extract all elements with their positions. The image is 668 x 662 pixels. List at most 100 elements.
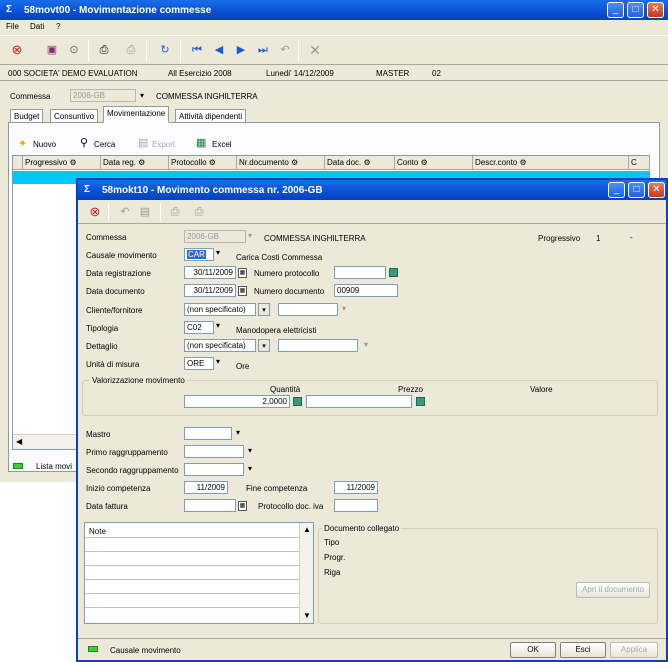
prev-record-icon[interactable]: ◀ bbox=[212, 43, 226, 57]
fine-field[interactable]: 11/2009 bbox=[334, 481, 378, 494]
num-doc-label: Numero documento bbox=[254, 287, 325, 296]
apri-documento-button[interactable]: Apri il documento bbox=[576, 582, 650, 598]
calendar-icon[interactable]: ▦ bbox=[238, 501, 247, 511]
next-record-icon[interactable]: ▶ bbox=[234, 43, 248, 57]
minimize-button[interactable]: _ bbox=[608, 182, 625, 198]
delete-icon[interactable]: ✕ bbox=[308, 43, 322, 57]
prezzo-field[interactable] bbox=[306, 395, 412, 408]
undo-icon[interactable]: ↶ bbox=[278, 43, 292, 57]
column-descr-conto[interactable]: Descr.conto ⚙ bbox=[473, 156, 629, 170]
dropdown-arrow-icon[interactable]: ▾ bbox=[140, 91, 144, 100]
prot-iva-field[interactable] bbox=[334, 499, 378, 512]
dropdown-arrow-icon[interactable]: ▾ bbox=[364, 340, 368, 349]
tab-attivita-dipendenti[interactable]: Attività dipendenti bbox=[175, 109, 247, 123]
front-window-titlebar[interactable]: Σ 58mokt10 - Movimento commessa nr. 2006… bbox=[78, 180, 666, 200]
calendar-icon[interactable]: ▦ bbox=[238, 268, 247, 278]
excel-icon[interactable]: ▦ bbox=[196, 136, 206, 149]
num-doc-field[interactable]: 00909 bbox=[334, 284, 398, 297]
dropdown-arrow-icon[interactable]: ▾ bbox=[248, 446, 252, 455]
stop-icon[interactable]: ⊗ bbox=[88, 205, 102, 219]
cliente-select[interactable]: (non specificato) bbox=[184, 303, 256, 316]
column-data-reg[interactable]: Data reg. ⚙ bbox=[101, 156, 169, 170]
maximize-button[interactable]: □ bbox=[628, 182, 645, 198]
primo-field[interactable] bbox=[184, 445, 244, 458]
dropdown-arrow-icon[interactable]: ▾ bbox=[216, 321, 220, 330]
back-window-titlebar[interactable]: Σ 58movt00 - Movimentazione commesse bbox=[0, 0, 668, 20]
close-button[interactable]: ✕ bbox=[647, 2, 664, 18]
maximize-button[interactable]: □ bbox=[627, 2, 644, 18]
dropdown-arrow-icon[interactable]: ▾ bbox=[216, 248, 220, 257]
undo-icon[interactable]: ↶ bbox=[118, 205, 132, 219]
note-memo[interactable]: Note ▲ ▼ bbox=[84, 522, 314, 624]
causale-field[interactable]: CAR bbox=[184, 248, 214, 261]
calculator-icon[interactable] bbox=[416, 397, 425, 406]
cerca-button[interactable]: Cerca bbox=[94, 140, 115, 149]
export-icon[interactable]: ▤ bbox=[138, 136, 148, 149]
excel-button[interactable]: Excel bbox=[212, 140, 232, 149]
calculator-icon[interactable] bbox=[293, 397, 302, 406]
print-icon[interactable]: ⎙ bbox=[168, 205, 182, 219]
column-progressivo[interactable]: Progressivo ⚙ bbox=[23, 156, 101, 170]
unita-field[interactable]: ORE bbox=[184, 357, 214, 370]
minimize-button[interactable]: _ bbox=[607, 2, 624, 18]
dettaglio-select[interactable]: (non specificata) bbox=[184, 339, 256, 352]
scroll-up-icon[interactable]: ▲ bbox=[303, 525, 311, 534]
export-button[interactable]: Export bbox=[152, 140, 175, 149]
secondo-field[interactable] bbox=[184, 463, 244, 476]
column-c[interactable]: C bbox=[629, 156, 650, 170]
search-icon[interactable]: ⚲ bbox=[80, 136, 88, 149]
print-preview-icon[interactable]: ⎙ bbox=[192, 205, 206, 219]
column-conto[interactable]: Conto ⚙ bbox=[395, 156, 473, 170]
commessa-description: COMMESSA INGHILTERRA bbox=[156, 92, 258, 101]
refresh-icon[interactable]: ↻ bbox=[158, 43, 172, 57]
data-doc-field[interactable]: 30/11/2009 bbox=[184, 284, 236, 297]
document-icon[interactable]: ▤ bbox=[138, 205, 152, 219]
nuovo-button[interactable]: Nuovo bbox=[33, 140, 56, 149]
print-icon[interactable]: ⎙ bbox=[97, 43, 111, 57]
calendar-icon[interactable]: ▦ bbox=[238, 286, 247, 296]
num-prot-field[interactable] bbox=[334, 266, 386, 279]
mastro-field[interactable] bbox=[184, 427, 232, 440]
scroll-left-icon[interactable]: ◀ bbox=[16, 437, 22, 446]
calculator-icon[interactable] bbox=[389, 268, 398, 277]
column-protocollo[interactable]: Protocollo ⚙ bbox=[169, 156, 237, 170]
dropdown-arrow-icon[interactable]: ▾ bbox=[236, 428, 240, 437]
data-fatt-label: Data fattura bbox=[86, 502, 128, 511]
column-nr-documento[interactable]: Nr.documento ⚙ bbox=[237, 156, 325, 170]
close-button[interactable]: ✕ bbox=[648, 182, 665, 198]
last-record-icon[interactable]: ⏭ bbox=[256, 43, 270, 57]
dropdown-arrow-icon[interactable]: ▾ bbox=[248, 231, 252, 240]
tipologia-field[interactable]: C02 bbox=[184, 321, 214, 334]
dropdown-arrow-icon[interactable]: ▾ bbox=[342, 304, 346, 313]
menu-dati[interactable]: Dati bbox=[30, 22, 44, 31]
inizio-field[interactable]: 11/2009 bbox=[184, 481, 228, 494]
dettaglio-desc-field[interactable] bbox=[278, 339, 358, 352]
applica-button[interactable]: Applica bbox=[610, 642, 658, 658]
new-icon[interactable]: ✦ bbox=[18, 137, 27, 150]
esci-button[interactable]: Esci bbox=[560, 642, 606, 658]
menu-help[interactable]: ? bbox=[56, 22, 60, 31]
column-data-doc[interactable]: Data doc. ⚙ bbox=[325, 156, 395, 170]
quantita-field[interactable]: 2,0000 bbox=[184, 395, 290, 408]
tab-consuntivo[interactable]: Consuntivo bbox=[50, 109, 99, 123]
dropdown-arrow-icon[interactable]: ▾ bbox=[258, 303, 270, 316]
commessa-field[interactable]: 2006-GB bbox=[70, 89, 136, 102]
ok-button[interactable]: OK bbox=[510, 642, 556, 658]
dropdown-arrow-icon[interactable]: ▾ bbox=[258, 339, 270, 352]
tab-budget[interactable]: Budget bbox=[10, 109, 44, 123]
tab-movimentazione[interactable]: Movimentazione bbox=[103, 106, 170, 123]
first-record-icon[interactable]: ⏮ bbox=[190, 43, 204, 57]
vertical-scrollbar[interactable]: ▲ ▼ bbox=[299, 523, 313, 623]
cliente-desc-field[interactable] bbox=[278, 303, 338, 316]
commessa-field[interactable]: 2006-GB bbox=[184, 230, 246, 243]
print-preview-icon[interactable]: ⎙ bbox=[124, 43, 138, 57]
stop-icon[interactable]: ⊗ bbox=[10, 43, 24, 57]
data-fatt-field[interactable] bbox=[184, 499, 236, 512]
binoculars-icon[interactable]: ⊙ bbox=[67, 43, 81, 57]
books-icon[interactable]: ▣ bbox=[45, 43, 59, 57]
menu-file[interactable]: File bbox=[6, 22, 19, 31]
scroll-down-icon[interactable]: ▼ bbox=[303, 611, 311, 620]
dropdown-arrow-icon[interactable]: ▾ bbox=[216, 357, 220, 366]
dropdown-arrow-icon[interactable]: ▾ bbox=[248, 464, 252, 473]
data-reg-field[interactable]: 30/11/2009 bbox=[184, 266, 236, 279]
